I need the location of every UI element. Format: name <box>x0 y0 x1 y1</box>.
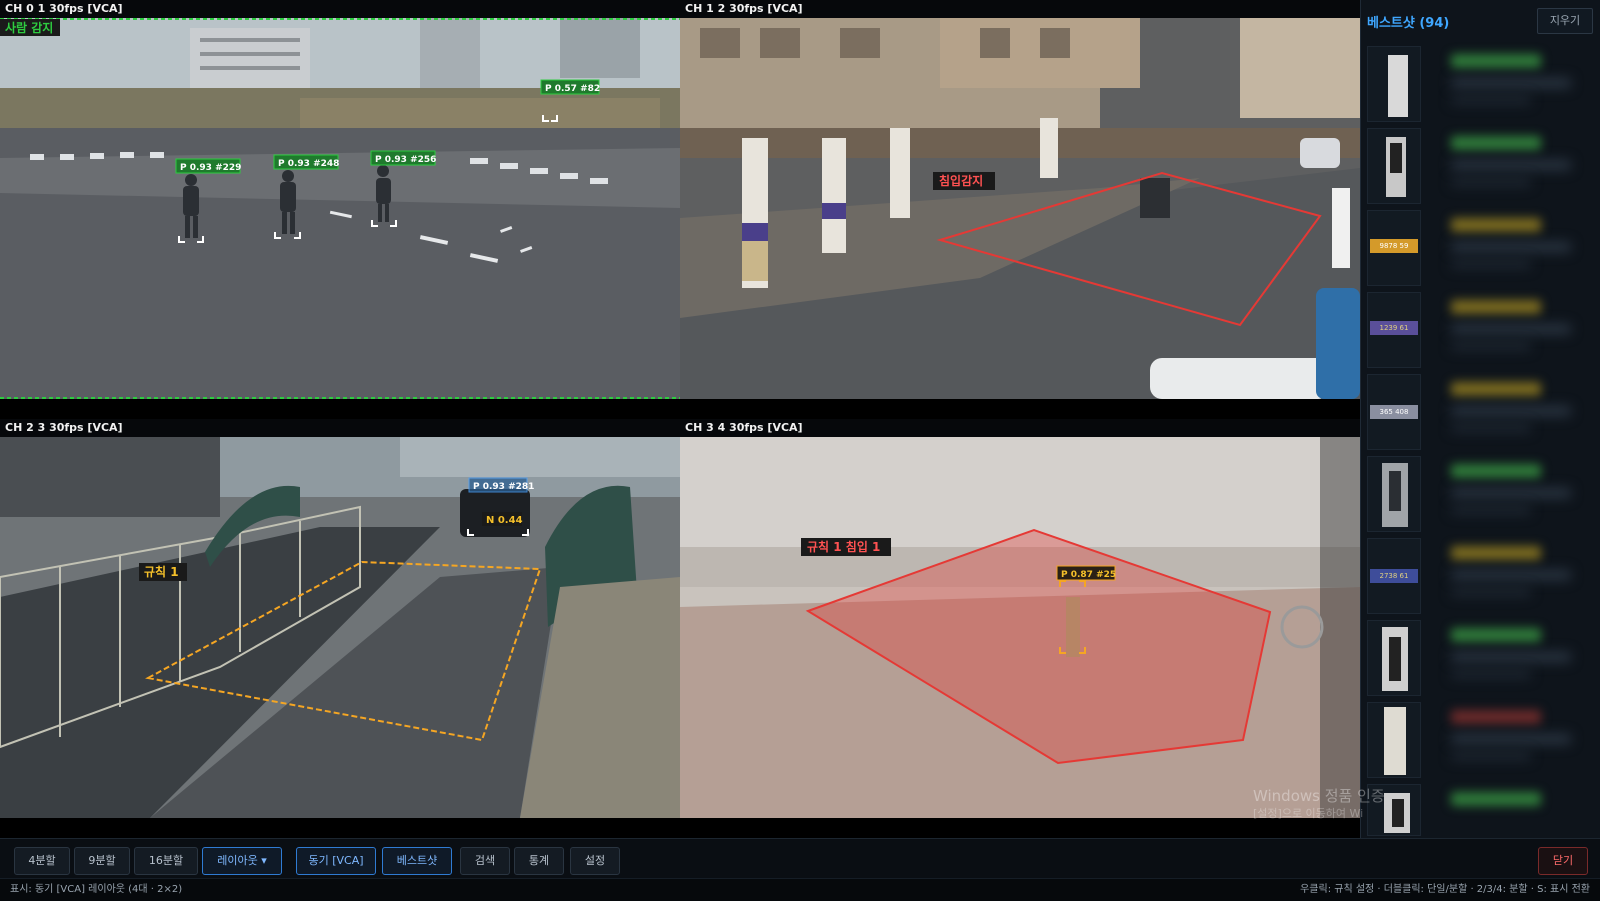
channel-3-feed[interactable]: P 0.87 #25 규칙 1 침입 1 <box>680 437 1360 818</box>
event-label-person: 사람 감지 <box>5 20 53 35</box>
channel-0-header: CH 0 1 30fps [VCA] <box>0 0 680 18</box>
svg-text:P 0.87 #25: P 0.87 #25 <box>1061 570 1116 580</box>
svg-text:P 0.93 #248: P 0.93 #248 <box>278 159 339 169</box>
bestshot-thumbnail: 9878 59 <box>1367 210 1421 286</box>
bestshot-thumbnail <box>1367 702 1421 778</box>
channel-3-view[interactable]: CH 3 4 30fps [VCA] P 0.87 #25 규칙 1 침입 1 <box>680 419 1360 838</box>
status-bar: 표시: 동기 [VCA] 레이아웃 (4대 · 2×2) 우클릭: 규칙 설정 … <box>0 878 1600 901</box>
stats-button[interactable]: 통계 <box>514 847 564 875</box>
split-4-button[interactable]: 4분할 <box>14 847 70 875</box>
channel-1-header: CH 1 2 30fps [VCA] <box>680 0 1360 18</box>
bestshot-thumbnail <box>1367 46 1421 122</box>
plate-text: 9878 59 <box>1370 239 1418 253</box>
layout-dropdown[interactable]: 레이아웃 ▾ <box>202 847 282 875</box>
detection-tag: P 0.57 #82 <box>540 79 600 95</box>
svg-text:P 0.93 #281: P 0.93 #281 <box>473 482 534 492</box>
bestshot-thumbnail: 2738 61 <box>1367 538 1421 614</box>
rule-label: 규칙 1 <box>144 564 179 579</box>
bestshot-thumbnail <box>1367 456 1421 532</box>
bestshot-panel: 베스트샷 (94) 지우기 9878 59 1239 61 365 408 27… <box>1360 0 1600 838</box>
bestshot-thumbnail <box>1367 620 1421 696</box>
bestshot-item[interactable] <box>1367 454 1593 532</box>
channel-0-view[interactable]: CH 0 1 30fps [VCA] 사람 감지 P 0.57 #82 P 0.… <box>0 0 680 419</box>
rule-label: 규칙 1 침입 1 <box>807 539 880 554</box>
plate-text: 365 408 <box>1370 405 1418 419</box>
bottom-toolbar: 4분할 9분할 16분할 레이아웃 ▾ 동기 [VCA] 베스트샷 검색 통계 … <box>0 838 1600 879</box>
bestshot-thumbnail: 365 408 <box>1367 374 1421 450</box>
bestshot-thumbnail: 1239 61 <box>1367 292 1421 368</box>
status-hints: 우클릭: 규칙 설정 · 더블클릭: 단일/분할 · 2/3/4: 분할 · S… <box>1300 884 1590 895</box>
bestshot-item[interactable] <box>1367 618 1593 696</box>
detection-tag: N 0.44 <box>482 512 523 526</box>
channel-3-header: CH 3 4 30fps [VCA] <box>680 419 1360 437</box>
channel-2-header: CH 2 3 30fps [VCA] <box>0 419 680 437</box>
channel-2-view[interactable]: CH 2 3 30fps [VCA] P 0.93 #281 N 0.44 규칙… <box>0 419 680 838</box>
channel-2-feed[interactable]: P 0.93 #281 N 0.44 규칙 1 <box>0 437 680 818</box>
search-button[interactable]: 검색 <box>460 847 510 875</box>
bestshot-item[interactable]: 365 408 <box>1367 372 1593 450</box>
settings-button[interactable]: 설정 <box>570 847 620 875</box>
split-16-button[interactable]: 16분할 <box>134 847 198 875</box>
bestshot-item[interactable] <box>1367 126 1593 204</box>
svg-text:P 0.93 #256: P 0.93 #256 <box>375 155 436 165</box>
sync-vca-button[interactable]: 동기 [VCA] <box>296 847 376 875</box>
svg-text:P 0.57 #82: P 0.57 #82 <box>545 84 600 94</box>
video-grid: CH 0 1 30fps [VCA] 사람 감지 P 0.57 #82 P 0.… <box>0 0 1360 838</box>
detection-tag: P 0.93 #281 <box>468 477 534 493</box>
bestshot-item[interactable] <box>1367 700 1593 778</box>
bestshot-title: 베스트샷 (94) <box>1367 16 1450 31</box>
detection-tag: P 0.93 #229 <box>175 158 241 174</box>
bestshot-item[interactable]: 1239 61 <box>1367 290 1593 368</box>
detection-tag: P 0.93 #248 <box>273 154 339 170</box>
bestshot-item[interactable] <box>1367 782 1593 836</box>
event-label-intrusion: 침입감지 <box>939 173 983 188</box>
bestshot-item[interactable] <box>1367 44 1593 122</box>
detection-tag: P 0.87 #25 <box>1056 565 1116 581</box>
bestshot-item[interactable]: 9878 59 <box>1367 208 1593 286</box>
bestshot-thumbnail <box>1367 128 1421 204</box>
clear-button[interactable]: 지우기 <box>1537 8 1593 34</box>
bestshot-item[interactable]: 2738 61 <box>1367 536 1593 614</box>
bestshot-button[interactable]: 베스트샷 <box>382 847 452 875</box>
status-left: 표시: 동기 [VCA] 레이아웃 (4대 · 2×2) <box>10 884 183 895</box>
plate-text: 2738 61 <box>1370 569 1418 583</box>
svg-text:N 0.44: N 0.44 <box>486 515 523 526</box>
plate-text: 1239 61 <box>1370 321 1418 335</box>
split-9-button[interactable]: 9분할 <box>74 847 130 875</box>
channel-0-feed[interactable]: 사람 감지 P 0.57 #82 P 0.93 #229 P 0.93 #248… <box>0 18 680 399</box>
activation-watermark: Windows 정품 인증 <box>1253 787 1385 805</box>
close-button[interactable]: 닫기 <box>1538 847 1588 875</box>
channel-1-feed[interactable]: 침입감지 <box>680 18 1360 399</box>
svg-text:P 0.93 #229: P 0.93 #229 <box>180 163 241 173</box>
activation-watermark-sub: [설정]으로 이동하여 Wi <box>1253 807 1364 820</box>
channel-1-view[interactable]: CH 1 2 30fps [VCA] 침입감지 <box>680 0 1360 419</box>
detection-tag: P 0.93 #256 <box>370 150 436 166</box>
